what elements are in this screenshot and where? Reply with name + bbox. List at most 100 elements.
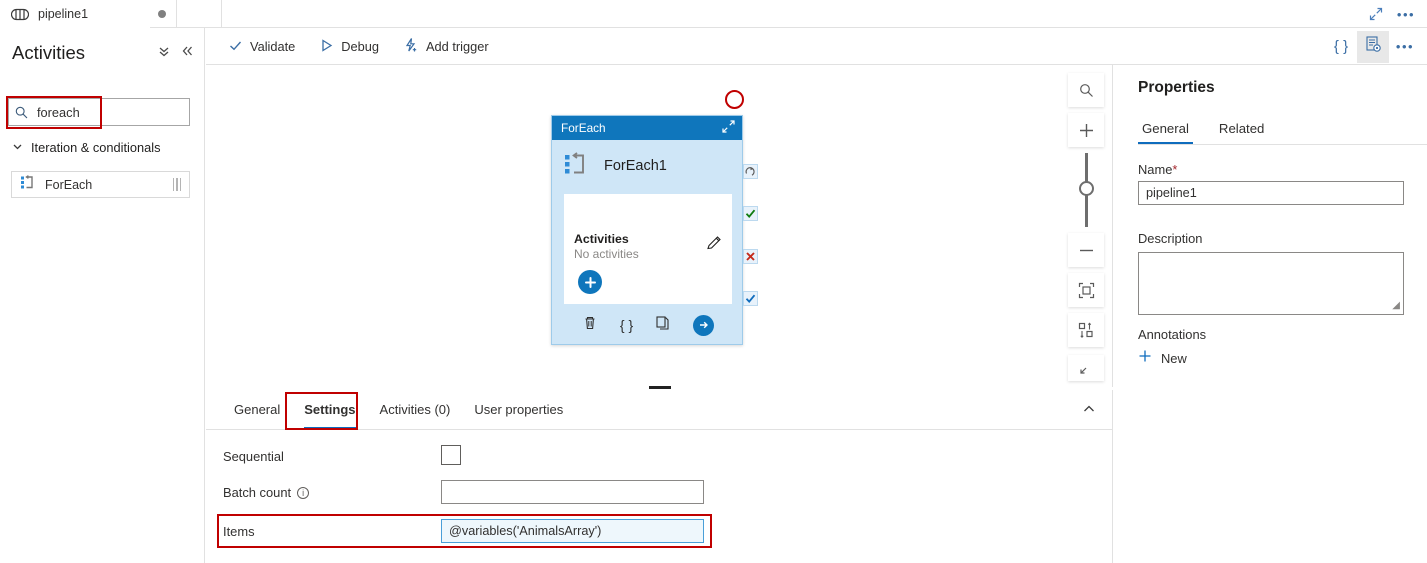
code-view-button[interactable]: { } <box>1325 31 1357 63</box>
node-activities-title: Activities <box>574 232 629 246</box>
pencil-icon[interactable] <box>706 234 723 256</box>
pipeline-name-input[interactable] <box>1138 181 1404 205</box>
zoom-out-button[interactable] <box>1068 233 1104 267</box>
foreach-activity-node[interactable]: ForEach ForEach1 Activities No activitie… <box>551 115 743 345</box>
name-field-label: Name* <box>1138 162 1177 177</box>
sidebar-header: Activities <box>12 39 194 67</box>
fit-to-screen-button[interactable] <box>1068 273 1104 307</box>
resize-diagonal-icon[interactable] <box>721 119 736 137</box>
settings-tab-bar: General Settings Activities (0) User pro… <box>206 390 1112 430</box>
tab-settings[interactable]: Settings <box>292 390 367 429</box>
node-footer-actions: { } <box>552 306 744 344</box>
delete-icon[interactable] <box>582 315 598 336</box>
add-activity-button[interactable] <box>578 270 602 294</box>
toolbar-right-actions: { } ••• <box>1325 28 1421 65</box>
info-icon[interactable]: i <box>297 486 310 499</box>
node-name-label: ForEach1 <box>604 158 667 174</box>
on-failure-connector[interactable] <box>743 249 758 264</box>
annotations-label: Annotations <box>1138 327 1207 342</box>
pipeline-canvas[interactable]: ForEach ForEach1 Activities No activitie… <box>206 65 1113 387</box>
tab-activities-label: Activities (0) <box>379 402 451 417</box>
sequential-checkbox[interactable] <box>441 445 461 465</box>
tab-settings-label: Settings <box>304 402 356 417</box>
node-header: ForEach <box>552 116 742 140</box>
batch-count-label: Batch count <box>223 485 292 500</box>
foreach-icon <box>564 151 588 181</box>
sequential-label: Sequential <box>223 449 284 464</box>
more-menu-label: ••• <box>1396 6 1416 22</box>
tab-user-properties-label: User properties <box>474 402 564 417</box>
ellipsis-icon[interactable]: ••• <box>1393 1 1419 27</box>
sidebar-item-label: ForEach <box>45 177 93 192</box>
search-activities-box[interactable] <box>8 98 190 126</box>
splitter-grip[interactable] <box>648 385 671 390</box>
pipeline-toolbar: Validate Debug Add trigger { } ••• <box>206 28 1427 65</box>
debug-button[interactable]: Debug <box>310 32 388 62</box>
tab-general[interactable]: General <box>222 390 292 429</box>
tab-properties-general-label: General <box>1142 121 1189 136</box>
zoom-in-button[interactable] <box>1068 113 1104 147</box>
circle-highlight-annotation <box>725 90 744 109</box>
batch-count-input[interactable] <box>441 480 704 504</box>
sidebar-item-foreach[interactable]: ForEach <box>11 171 190 198</box>
add-trigger-button[interactable]: Add trigger <box>394 32 498 62</box>
batch-count-label-wrap: Batch count i <box>223 485 310 500</box>
zoom-search-button[interactable] <box>1068 73 1104 107</box>
description-field-label: Description <box>1138 231 1203 246</box>
tab-properties-general[interactable]: General <box>1138 113 1193 144</box>
search-input[interactable] <box>35 103 183 121</box>
activities-sidebar: Activities foreach Iteration & condition… <box>0 28 205 563</box>
textarea-resize-grip[interactable]: ◢ <box>1392 300 1400 311</box>
properties-tab-bar: General Related <box>1138 113 1427 145</box>
play-triangle-icon <box>319 38 334 56</box>
drag-handle-icon[interactable] <box>172 178 181 191</box>
items-label: Items <box>223 524 255 539</box>
run-icon[interactable] <box>693 314 715 336</box>
sidebar-group-label: Iteration & conditionals <box>31 139 161 155</box>
chevron-double-down-icon[interactable] <box>157 44 171 63</box>
tab-properties-related[interactable]: Related <box>1215 113 1268 144</box>
name-label-text: Name <box>1138 162 1173 177</box>
on-retry-connector[interactable] <box>743 164 758 179</box>
node-title-row: ForEach1 <box>552 140 742 192</box>
validate-button[interactable]: Validate <box>219 32 304 62</box>
toolbar-more-button[interactable]: ••• <box>1389 31 1421 63</box>
checkmark-icon <box>228 38 243 56</box>
tab-activities[interactable]: Activities (0) <box>368 390 463 429</box>
collapse-canvas-button[interactable] <box>1068 355 1104 381</box>
properties-button[interactable] <box>1357 30 1389 63</box>
code-icon[interactable]: { } <box>620 317 633 333</box>
pipeline-tab-label: pipeline1 <box>38 7 89 21</box>
tab-strip-filler <box>176 0 222 28</box>
pipeline-icon <box>11 8 29 21</box>
pipeline-description-input[interactable] <box>1138 252 1404 315</box>
node-inner-activities-area[interactable]: Activities No activities <box>564 194 732 304</box>
add-annotation-label: New <box>1161 350 1187 366</box>
tab-user-properties[interactable]: User properties <box>462 390 575 429</box>
tab-strip: pipeline1 ••• <box>0 0 1427 28</box>
add-annotation-button[interactable]: New <box>1138 349 1187 367</box>
properties-panel: Properties General Related Name* Descrip… <box>1114 65 1427 563</box>
toolbar-actions: Validate Debug Add trigger <box>219 28 498 65</box>
add-trigger-label: Add trigger <box>426 39 489 54</box>
foreach-icon <box>20 174 35 195</box>
canvas-zoom-controls <box>1068 73 1104 353</box>
zoom-slider[interactable] <box>1068 153 1104 227</box>
zoom-slider-handle[interactable] <box>1078 181 1094 196</box>
validate-label: Validate <box>250 39 296 54</box>
debug-label: Debug <box>341 39 380 54</box>
pipeline-tab[interactable]: pipeline1 <box>0 0 150 28</box>
on-success-connector[interactable] <box>743 206 758 221</box>
sidebar-group-iteration-conditionals[interactable]: Iteration & conditionals <box>12 137 192 157</box>
window-controls: ••• <box>1363 0 1419 28</box>
expand-diagonal-icon[interactable] <box>1363 1 1389 27</box>
auto-align-button[interactable] <box>1068 313 1104 347</box>
on-completion-connector[interactable] <box>743 291 758 306</box>
items-input[interactable] <box>441 519 704 543</box>
sidebar-title: Activities <box>12 42 85 63</box>
chevron-double-left-icon[interactable] <box>180 44 194 63</box>
collapse-panel-button[interactable] <box>1076 397 1102 421</box>
clone-icon[interactable] <box>655 315 671 336</box>
sequential-row: Sequential <box>206 440 1113 476</box>
properties-title: Properties <box>1138 79 1215 96</box>
